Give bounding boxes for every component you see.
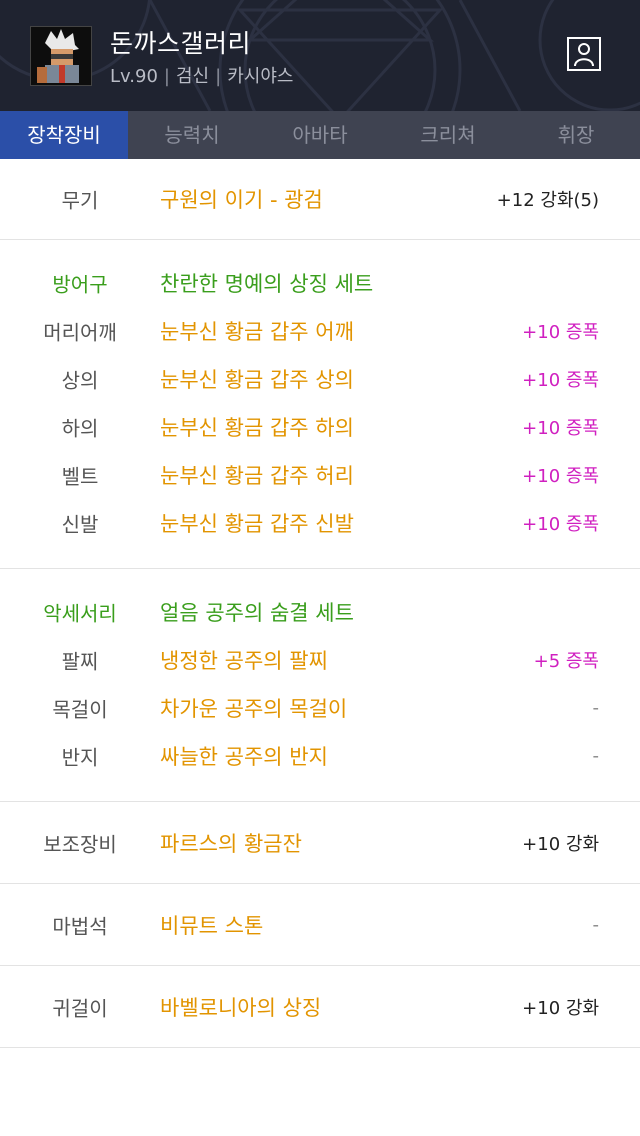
item-name: 차가운 공주의 목걸이 [160,697,348,721]
enhance-value: +10 증폭 [522,466,599,487]
slot-label: 벨트 [61,464,99,489]
equipment-row-earring[interactable]: 귀걸이 바벨로니아의 상징 +10 강화 [0,966,640,1047]
enhance-value: - [592,745,600,767]
item-name: 눈부신 황금 갑주 어깨 [160,320,354,344]
magic-stone-section: 마법석 비뮤트 스톤 - [0,884,640,966]
next-row-peek [160,1083,230,1091]
tab-insignia[interactable]: 휘장 [512,111,640,159]
slot-label: 팔찌 [61,649,99,674]
item-name: 싸늘한 공주의 반지 [160,745,328,769]
group-label: 방어구 [52,272,108,297]
enhance-value: +12 강화(5) [496,190,599,211]
slot-label: 반지 [61,745,99,770]
equipment-row-bottom[interactable]: 하의 눈부신 황금 갑주 하의 +10 증폭 [0,403,640,451]
slot-label: 귀걸이 [52,996,108,1020]
profile-header: 돈까스갤러리 Lv.90 | 검신 | 카시야스 [0,0,640,111]
equipment-row-shoes[interactable]: 신발 눈부신 황금 갑주 신발 +10 증폭 [0,499,640,547]
set-name: 찬란한 명예의 상징 세트 [160,272,374,296]
set-name: 얼음 공주의 숨결 세트 [160,601,354,625]
tab-stats[interactable]: 능력치 [128,111,256,159]
item-name: 눈부신 황금 갑주 신발 [160,512,354,536]
equipment-row-weapon[interactable]: 무기 구원의 이기 - 광검 +12 강화(5) [0,159,640,239]
info-separator: | [215,66,222,87]
slot-label: 상의 [61,368,99,393]
character-avatar [30,26,92,86]
item-name: 눈부신 황금 갑주 상의 [160,368,354,392]
enhance-value: +10 증폭 [522,418,599,439]
equipment-row-sub[interactable]: 보조장비 파르스의 황금잔 +10 강화 [0,802,640,883]
character-server: 카시야스 [227,66,294,87]
equipment-row-belt[interactable]: 벨트 눈부신 황금 갑주 허리 +10 증폭 [0,451,640,499]
enhance-value: +10 증폭 [522,514,599,535]
tab-bar: 장착장비 능력치 아바타 크리쳐 휘장 [0,111,640,159]
item-name: 비뮤트 스톤 [160,913,264,938]
tab-creature[interactable]: 크리쳐 [384,111,512,159]
enhance-value: - [592,697,600,719]
slot-label: 목걸이 [52,697,108,722]
enhance-value: +5 증폭 [533,651,599,672]
info-separator: | [163,66,170,87]
equipment-row-top[interactable]: 상의 눈부신 황금 갑주 상의 +10 증폭 [0,355,640,403]
equipment-row-necklace[interactable]: 목걸이 차가운 공주의 목걸이 - [0,684,640,732]
item-name: 눈부신 황금 갑주 하의 [160,416,354,440]
header-background-pattern [0,0,640,111]
tab-avatar[interactable]: 아바타 [256,111,384,159]
equipment-row-shoulder[interactable]: 머리어깨 눈부신 황금 갑주 어깨 +10 증폭 [0,307,640,355]
equipment-row-bracelet[interactable]: 팔찌 냉정한 공주의 팔찌 +5 증폭 [0,636,640,684]
enhance-value: +10 강화 [522,997,599,1019]
slot-label: 하의 [61,416,99,441]
slot-label: 신발 [61,512,99,537]
armor-set-header: 방어구 찬란한 명예의 상징 세트 [0,259,640,307]
equipment-row-ring[interactable]: 반지 싸늘한 공주의 반지 - [0,732,640,780]
item-name: 냉정한 공주의 팔찌 [160,649,328,673]
enhance-value: +10 강화 [522,833,599,855]
profile-button[interactable] [567,37,601,71]
accessory-section: 악세서리 얼음 공주의 숨결 세트 팔찌 냉정한 공주의 팔찌 +5 증폭 목걸… [0,569,640,802]
equipment-row-magic-stone[interactable]: 마법석 비뮤트 스톤 - [0,884,640,965]
enhance-value: +10 증폭 [522,370,599,391]
character-info: Lv.90 | 검신 | 카시야스 [110,62,293,88]
character-job: 검신 [176,66,210,87]
sub-equipment-section: 보조장비 파르스의 황금잔 +10 강화 [0,802,640,884]
tab-equipment[interactable]: 장착장비 [0,111,128,159]
item-name: 파르스의 황금잔 [160,831,302,856]
slot-label: 무기 [61,188,99,213]
weapon-section: 무기 구원의 이기 - 광검 +12 강화(5) [0,159,640,240]
item-name: 구원의 이기 - 광검 [160,188,323,212]
character-level: Lv.90 [110,66,158,87]
enhance-value: - [592,914,600,935]
group-label: 악세서리 [43,601,117,626]
item-name: 눈부신 황금 갑주 허리 [160,464,354,488]
item-name: 바벨로니아의 상징 [160,995,322,1020]
slot-label: 머리어깨 [43,320,117,345]
person-icon [574,43,594,67]
earring-section: 귀걸이 바벨로니아의 상징 +10 강화 [0,966,640,1048]
slot-label: 마법석 [52,914,108,938]
accessory-set-header: 악세서리 얼음 공주의 숨결 세트 [0,588,640,636]
armor-section: 방어구 찬란한 명예의 상징 세트 머리어깨 눈부신 황금 갑주 어깨 +10 … [0,240,640,569]
slot-label: 보조장비 [43,832,117,856]
character-name: 돈까스갤러리 [110,29,252,58]
enhance-value: +10 증폭 [522,322,599,343]
